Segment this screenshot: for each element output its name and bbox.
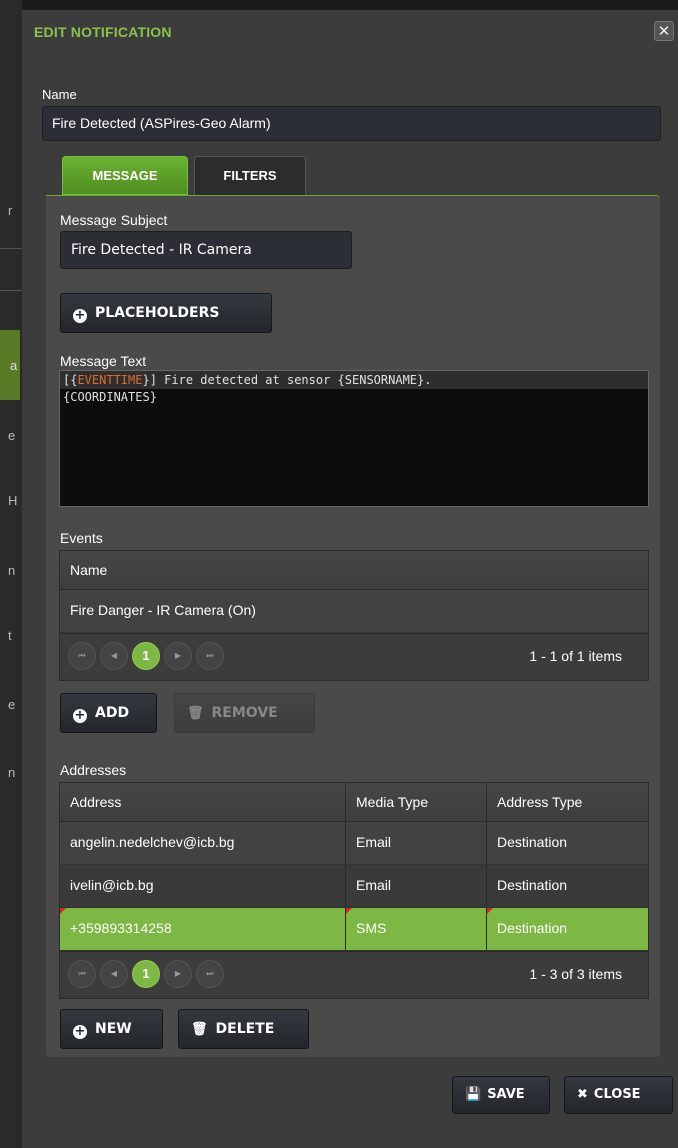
- placeholders-button-label: PLACEHOLDERS: [95, 305, 220, 321]
- events-grid: Name Fire Danger - IR Camera (On) ⏮ ◀ 1 …: [59, 550, 649, 681]
- first-page-icon[interactable]: ⏮: [68, 642, 96, 670]
- remove-button-label: REMOVE: [211, 705, 278, 721]
- events-label: Events: [60, 530, 103, 546]
- background-text-fragment: e: [8, 428, 16, 443]
- table-row[interactable]: ivelin@icb.bg Email Destination: [60, 865, 648, 908]
- media-type-cell: SMS: [345, 908, 486, 950]
- remove-event-button[interactable]: 🗑 REMOVE: [174, 693, 315, 733]
- add-event-button[interactable]: + ADD: [60, 693, 157, 733]
- address-cell: ivelin@icb.bg: [70, 877, 154, 893]
- editor-text: [{: [63, 373, 78, 387]
- plus-circle-icon: +: [73, 708, 87, 723]
- new-button-label: NEW: [95, 1021, 132, 1037]
- page-button[interactable]: 1: [132, 960, 160, 988]
- message-subject-label: Message Subject: [60, 212, 168, 228]
- editor-line-1: [{EVENTTIME}] Fire detected at sensor {S…: [60, 371, 648, 389]
- trash-icon: 🗑: [191, 1022, 208, 1037]
- event-name-cell: Fire Danger - IR Camera (On): [70, 602, 256, 618]
- addresses-pager: ⏮ ◀ 1 ▶ ⏭ 1 - 3 of 3 items: [60, 951, 648, 996]
- address-type-cell: Destination: [486, 908, 648, 950]
- new-address-button[interactable]: + NEW: [60, 1009, 163, 1049]
- pager-info: 1 - 1 of 1 items: [529, 648, 622, 664]
- first-page-icon[interactable]: ⏮: [68, 960, 96, 988]
- background-text-fragment: a: [10, 358, 18, 373]
- editor-text: }] Fire detected at sensor {SENSORNAME}.: [142, 373, 432, 387]
- address-type-cell-text: Destination: [497, 920, 568, 936]
- address-cell: angelin.nedelchev@icb.bg: [70, 834, 235, 850]
- pager-info: 1 - 3 of 3 items: [529, 966, 622, 982]
- column-header-address-type[interactable]: Address Type: [486, 783, 648, 821]
- dirty-marker: [60, 908, 66, 914]
- save-icon: 💾: [465, 1087, 482, 1102]
- add-button-label: ADD: [95, 705, 130, 721]
- table-row[interactable]: Fire Danger - IR Camera (On): [60, 590, 648, 633]
- prev-page-icon[interactable]: ◀: [100, 960, 128, 988]
- addresses-grid: Address Media Type Address Type angelin.…: [59, 782, 649, 999]
- table-row-selected[interactable]: +359893314258 SMS Destination: [60, 908, 648, 951]
- column-header-address[interactable]: Address: [60, 783, 345, 821]
- dialog-close-icon[interactable]: ✕: [654, 21, 674, 41]
- background-divider: [0, 290, 22, 291]
- address-cell: +359893314258: [60, 908, 345, 950]
- tab-message[interactable]: MESSAGE: [62, 156, 188, 195]
- background-text-fragment: H: [8, 493, 18, 508]
- grid-header: Address Media Type Address Type: [60, 783, 648, 822]
- close-button[interactable]: ✖ CLOSE: [564, 1076, 673, 1114]
- edit-notification-dialog: EDIT NOTIFICATION ✕ Name Fire Detected (…: [22, 10, 678, 1148]
- media-type-cell: Email: [345, 822, 486, 864]
- background-text-fragment: n: [8, 765, 16, 780]
- message-text-label: Message Text: [60, 353, 147, 369]
- plus-circle-icon: +: [73, 1024, 87, 1039]
- dirty-marker: [487, 908, 493, 914]
- placeholders-button[interactable]: + PLACEHOLDERS: [60, 293, 272, 333]
- next-page-icon[interactable]: ▶: [164, 960, 192, 988]
- prev-page-icon[interactable]: ◀: [100, 642, 128, 670]
- background-text-fragment: n: [8, 563, 16, 578]
- placeholder-token: EVENTTIME: [77, 373, 143, 387]
- save-button[interactable]: 💾 SAVE: [452, 1076, 550, 1114]
- message-text-editor[interactable]: [{EVENTTIME}] Fire detected at sensor {S…: [59, 370, 649, 507]
- message-tab-panel: Message Subject Fire Detected - IR Camer…: [46, 195, 660, 1057]
- grid-header: Name: [60, 551, 648, 590]
- next-page-icon[interactable]: ▶: [164, 642, 192, 670]
- address-type-cell: Destination: [486, 865, 648, 907]
- name-input[interactable]: Fire Detected (ASPires-Geo Alarm): [42, 106, 661, 141]
- background-page-strip: r a e H n t e n: [0, 0, 22, 1148]
- delete-button-label: DELETE: [215, 1021, 275, 1037]
- last-page-icon[interactable]: ⏭: [196, 960, 224, 988]
- background-divider: [0, 248, 22, 249]
- close-button-label: CLOSE: [593, 1087, 641, 1102]
- dirty-marker: [346, 908, 352, 914]
- background-text-fragment: r: [8, 203, 13, 218]
- delete-address-button[interactable]: 🗑 DELETE: [178, 1009, 309, 1049]
- dialog-title: EDIT NOTIFICATION: [34, 24, 172, 40]
- column-header-name[interactable]: Name: [60, 551, 648, 589]
- background-text-fragment: t: [8, 628, 12, 643]
- trash-icon: 🗑: [187, 706, 204, 721]
- editor-line-2: {COORDINATES}: [63, 390, 157, 404]
- last-page-icon[interactable]: ⏭: [196, 642, 224, 670]
- media-type-cell: Email: [345, 865, 486, 907]
- plus-circle-icon: +: [73, 308, 87, 323]
- events-pager: ⏮ ◀ 1 ▶ ⏭ 1 - 1 of 1 items: [60, 633, 648, 678]
- addresses-label: Addresses: [60, 762, 127, 778]
- media-type-cell-text: SMS: [356, 920, 387, 936]
- save-button-label: SAVE: [487, 1087, 525, 1102]
- tab-filters[interactable]: FILTERS: [194, 156, 306, 195]
- column-header-media-type[interactable]: Media Type: [345, 783, 486, 821]
- address-cell-text: +359893314258: [70, 920, 172, 936]
- background-text-fragment: e: [8, 697, 16, 712]
- table-row[interactable]: angelin.nedelchev@icb.bg Email Destinati…: [60, 822, 648, 865]
- name-label: Name: [42, 87, 77, 102]
- page-button[interactable]: 1: [132, 642, 160, 670]
- address-type-cell: Destination: [486, 822, 648, 864]
- message-subject-input[interactable]: Fire Detected - IR Camera: [60, 231, 352, 269]
- close-icon: ✖: [577, 1087, 588, 1102]
